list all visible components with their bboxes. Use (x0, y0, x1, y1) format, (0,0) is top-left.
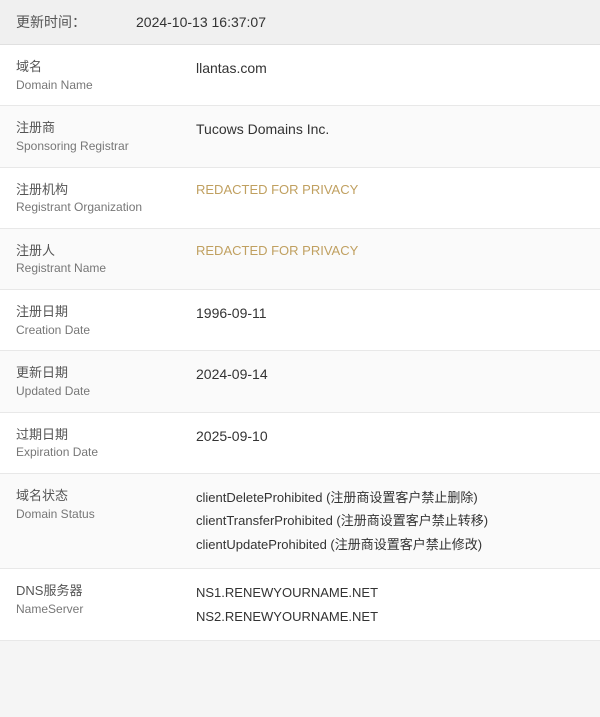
label-zh: 注册日期 (16, 302, 196, 322)
label-en: Domain Name (16, 77, 196, 94)
value-col: 1996-09-11 (196, 302, 584, 324)
label-en: Domain Status (16, 506, 196, 523)
value-col: NS1.RENEWYOURNAME.NETNS2.RENEWYOURNAME.N… (196, 581, 584, 628)
label-zh: 注册机构 (16, 180, 196, 200)
info-rows: 域名Domain Namellantas.com注册商Sponsoring Re… (0, 45, 600, 641)
label-col: 注册人Registrant Name (16, 241, 196, 277)
label-en: Registrant Organization (16, 199, 196, 216)
label-en: Updated Date (16, 383, 196, 400)
info-row: 域名Domain Namellantas.com (0, 45, 600, 106)
info-row: 注册商Sponsoring RegistrarTucows Domains In… (0, 106, 600, 167)
domain-info-container: 更新时间： 2024-10-13 16:37:07 域名Domain Namel… (0, 0, 600, 641)
value-col: 2025-09-10 (196, 425, 584, 447)
info-row: 更新日期Updated Date2024-09-14 (0, 351, 600, 412)
label-en: Expiration Date (16, 444, 196, 461)
update-time-label: 更新时间： (16, 12, 136, 32)
label-en: NameServer (16, 601, 196, 618)
label-zh: 域名状态 (16, 486, 196, 506)
label-zh: 过期日期 (16, 425, 196, 445)
label-en: Creation Date (16, 322, 196, 339)
update-time-value: 2024-10-13 16:37:07 (136, 14, 266, 30)
label-zh: 域名 (16, 57, 196, 77)
label-col: 注册日期Creation Date (16, 302, 196, 338)
info-row: 注册人Registrant NameREDACTED FOR PRIVACY (0, 229, 600, 290)
label-en: Registrant Name (16, 260, 196, 277)
info-row: 注册机构Registrant OrganizationREDACTED FOR … (0, 168, 600, 229)
info-row: 注册日期Creation Date1996-09-11 (0, 290, 600, 351)
label-col: 域名状态Domain Status (16, 486, 196, 522)
info-row: 域名状态Domain StatusclientDeleteProhibited … (0, 474, 600, 569)
label-col: 域名Domain Name (16, 57, 196, 93)
update-time-row: 更新时间： 2024-10-13 16:37:07 (0, 0, 600, 45)
label-en: Sponsoring Registrar (16, 138, 196, 155)
label-zh: 更新日期 (16, 363, 196, 383)
label-col: DNS服务器NameServer (16, 581, 196, 617)
value-col: llantas.com (196, 57, 584, 79)
label-col: 注册机构Registrant Organization (16, 180, 196, 216)
value-col: clientDeleteProhibited (注册商设置客户禁止删除)clie… (196, 486, 584, 556)
label-zh: 注册商 (16, 118, 196, 138)
info-row: DNS服务器NameServerNS1.RENEWYOURNAME.NETNS2… (0, 569, 600, 641)
info-row: 过期日期Expiration Date2025-09-10 (0, 413, 600, 474)
label-zh: DNS服务器 (16, 581, 196, 601)
value-col: REDACTED FOR PRIVACY (196, 180, 584, 201)
value-col: Tucows Domains Inc. (196, 118, 584, 140)
label-col: 过期日期Expiration Date (16, 425, 196, 461)
label-col: 更新日期Updated Date (16, 363, 196, 399)
label-col: 注册商Sponsoring Registrar (16, 118, 196, 154)
label-zh: 注册人 (16, 241, 196, 261)
value-col: 2024-09-14 (196, 363, 584, 385)
value-col: REDACTED FOR PRIVACY (196, 241, 584, 262)
